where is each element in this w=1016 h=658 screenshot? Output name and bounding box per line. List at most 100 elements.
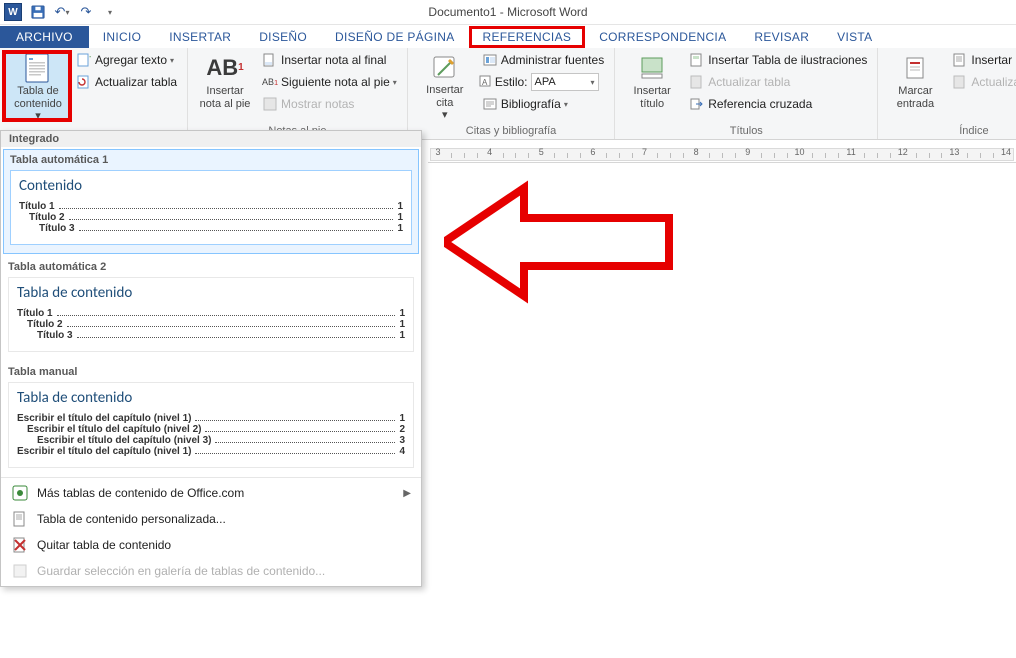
- window-title: Documento1 - Microsoft Word: [428, 5, 587, 19]
- add-text-icon: +: [76, 52, 92, 68]
- ruler-tick: [993, 153, 994, 158]
- gallery-item-manual[interactable]: Tabla manual Tabla de contenido Escribir…: [1, 361, 421, 477]
- tab-insert[interactable]: INSERTAR: [155, 26, 245, 48]
- ruler-number: 9: [745, 147, 750, 157]
- toc-preview-line: Escribir el título del capítulo (nivel 2…: [17, 424, 405, 435]
- gallery-item-manual-preview: Tabla de contenido Escribir el título de…: [8, 382, 414, 468]
- word-app-icon: W: [4, 3, 22, 21]
- table-of-contents-button[interactable]: Tabla de contenido ▾: [6, 50, 70, 122]
- preview-heading: Tabla de contenido: [17, 284, 405, 302]
- show-notes-button: Mostrar notas: [258, 94, 401, 114]
- next-footnote-icon: AB1: [262, 74, 278, 90]
- custom-toc-button[interactable]: Tabla de contenido personalizada...: [1, 506, 421, 532]
- ruler-tick: [709, 153, 710, 158]
- remove-toc-button[interactable]: Quitar tabla de contenido: [1, 532, 421, 558]
- ruler-tick: [864, 153, 865, 158]
- update-toc-button[interactable]: Actualizar tabla: [72, 72, 181, 92]
- next-footnote-label: Siguiente nota al pie: [281, 75, 390, 89]
- ruler-number: 6: [590, 147, 595, 157]
- ruler-tick: [554, 153, 555, 158]
- group-label-captions: Títulos: [621, 125, 871, 137]
- update-index-icon: [952, 74, 968, 90]
- tab-file[interactable]: ARCHIVO: [0, 26, 89, 48]
- ruler-tick: [980, 153, 981, 158]
- save-button[interactable]: [28, 2, 48, 22]
- insert-endnote-label: Insertar nota al final: [281, 53, 386, 67]
- tab-home[interactable]: INICIO: [89, 26, 155, 48]
- ruler-tick: [670, 153, 671, 158]
- ruler-tick: [683, 153, 684, 158]
- tab-references[interactable]: REFERENCIAS: [469, 26, 586, 48]
- chevron-right-icon: ▶: [403, 488, 411, 499]
- preview-heading: Tabla de contenido: [17, 389, 405, 407]
- citation-style-dropdown[interactable]: APA ▾: [531, 73, 599, 91]
- more-toc-office-button[interactable]: Más tablas de contenido de Office.com ▶: [1, 480, 421, 506]
- ruler-tick: [451, 153, 452, 158]
- annotation-arrow: [444, 178, 674, 306]
- ruler-tick: [735, 153, 736, 158]
- gallery-item-auto1[interactable]: Tabla automática 1 Contenido Título 11Tí…: [3, 149, 419, 254]
- tab-design[interactable]: DISEÑO: [245, 26, 321, 48]
- save-selection-toc-button: Guardar selección en galería de tablas d…: [1, 558, 421, 584]
- manage-sources-label: Administrar fuentes: [501, 53, 604, 67]
- ruler-number: 5: [539, 147, 544, 157]
- insert-tof-button[interactable]: Insertar Tabla de ilustraciones: [685, 50, 871, 70]
- ruler-tick: [515, 153, 516, 158]
- ruler-tick: [941, 153, 942, 158]
- ruler-number: 3: [435, 147, 440, 157]
- cross-reference-button[interactable]: Referencia cruzada: [685, 94, 871, 114]
- mark-entry-button[interactable]: Marcar entrada: [884, 50, 946, 122]
- ruler-tick: [929, 153, 930, 158]
- preview-lines-auto1: Título 11Título 21Título 31: [19, 201, 403, 234]
- gallery-item-auto2[interactable]: Tabla automática 2 Tabla de contenido Tí…: [1, 256, 421, 361]
- office-icon: [11, 484, 29, 502]
- undo-button[interactable]: ↶▾: [52, 2, 72, 22]
- toc-preview-line: Título 21: [19, 212, 403, 223]
- tab-layout[interactable]: DISEÑO DE PÁGINA: [321, 26, 469, 48]
- ruler-tick: [503, 153, 504, 158]
- preview-heading: Contenido: [19, 177, 403, 195]
- ruler-number: 7: [642, 147, 647, 157]
- gallery-footer: Más tablas de contenido de Office.com ▶ …: [1, 477, 421, 586]
- update-index-label: Actualizar índice: [971, 75, 1016, 89]
- toc-button-label: Tabla de contenido: [14, 85, 62, 110]
- tab-mailings[interactable]: CORRESPONDENCIA: [585, 26, 740, 48]
- bibliography-button[interactable]: Bibliografía▾: [478, 94, 608, 114]
- insert-index-icon: [952, 52, 968, 68]
- insert-caption-button[interactable]: Insertar título: [621, 50, 683, 122]
- next-footnote-button[interactable]: AB1 Siguiente nota al pie▾: [258, 72, 401, 92]
- manage-sources-button[interactable]: Administrar fuentes: [478, 50, 608, 70]
- update-tof-button: Actualizar tabla: [685, 72, 871, 92]
- tab-review[interactable]: REVISAR: [740, 26, 823, 48]
- ruler-tick: [464, 153, 465, 158]
- svg-text:+: +: [89, 53, 91, 62]
- gallery-item-auto2-title: Tabla automática 2: [8, 261, 414, 273]
- insert-caption-label: Insertar título: [634, 85, 671, 110]
- ruler-tick: [967, 153, 968, 158]
- gallery-item-manual-title: Tabla manual: [8, 366, 414, 378]
- insert-index-button[interactable]: Insertar índice: [948, 50, 1016, 70]
- preview-lines-auto2: Título 11Título 21Título 31: [17, 308, 405, 341]
- insert-endnote-button[interactable]: Insertar nota al final: [258, 50, 401, 70]
- tab-view[interactable]: VISTA: [823, 26, 886, 48]
- ruler-tick: [528, 153, 529, 158]
- show-notes-icon: [262, 96, 278, 112]
- add-text-button[interactable]: + Agregar texto▾: [72, 50, 181, 70]
- update-index-button: Actualizar índice: [948, 72, 1016, 92]
- qat-customize-button[interactable]: ▾: [100, 2, 120, 22]
- insert-footnote-button[interactable]: AB1 Insertar nota al pie: [194, 50, 256, 122]
- ruler-tick: [567, 153, 568, 158]
- ribbon-tabs: ARCHIVO INICIO INSERTAR DISEÑO DISEÑO DE…: [0, 24, 1016, 48]
- gallery-item-auto1-preview: Contenido Título 11Título 21Título 31: [10, 170, 412, 245]
- redo-button[interactable]: ↷: [76, 2, 96, 22]
- horizontal-ruler[interactable]: 34567891011121314: [428, 145, 1016, 163]
- remove-toc-icon: [11, 536, 29, 554]
- citation-style-row: A Estilo: APA ▾: [478, 72, 608, 92]
- toc-gallery-popup: Integrado Tabla automática 1 Contenido T…: [0, 130, 422, 587]
- remove-toc-label: Quitar tabla de contenido: [37, 538, 171, 552]
- toc-preview-line: Título 11: [19, 201, 403, 212]
- ruler-tick: [812, 153, 813, 158]
- insert-citation-button[interactable]: Insertar cita▾: [414, 50, 476, 122]
- group-captions: Insertar título Insertar Tabla de ilustr…: [615, 48, 878, 139]
- ruler-tick: [580, 153, 581, 158]
